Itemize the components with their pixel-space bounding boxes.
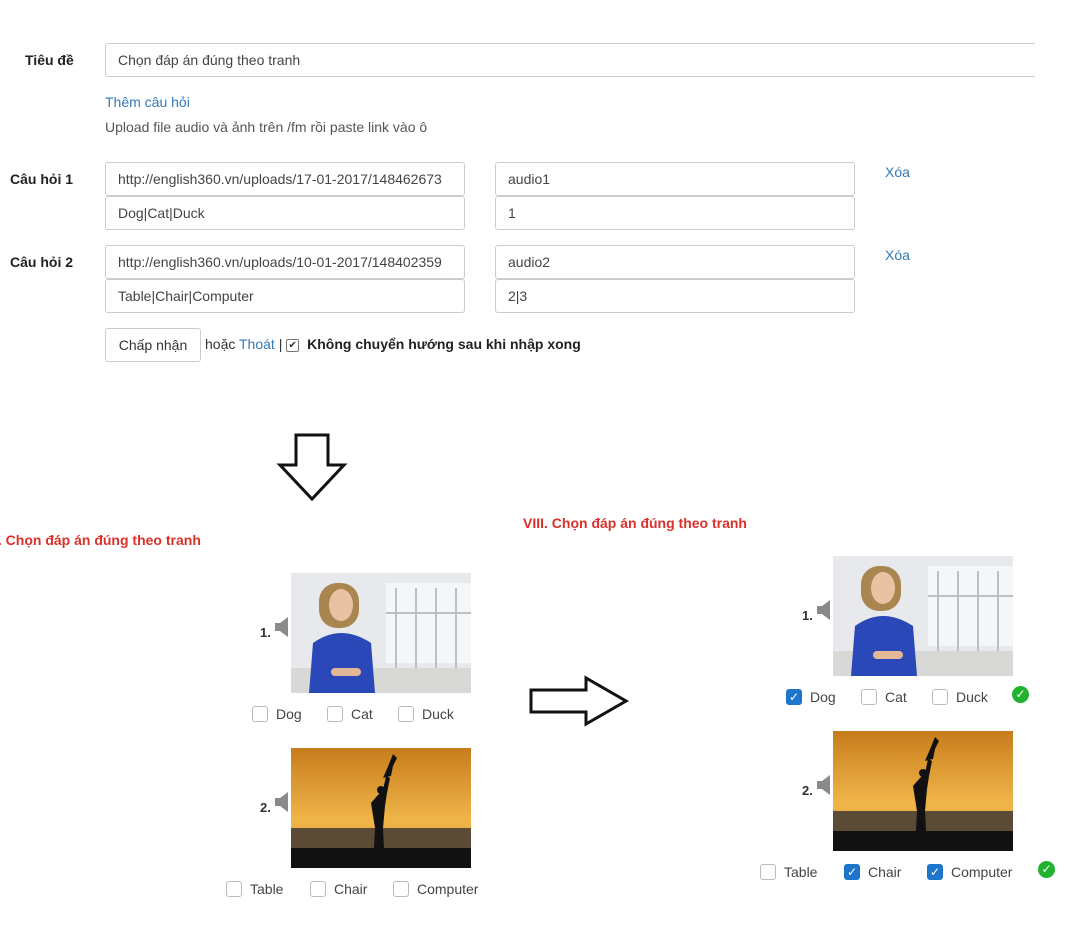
option-table[interactable]: Table	[760, 863, 817, 881]
or-text: hoặc	[205, 336, 236, 352]
speaker-icon[interactable]	[274, 791, 290, 813]
speaker-icon[interactable]	[274, 616, 290, 638]
option-checkbox-checked[interactable]: ✓	[786, 689, 802, 706]
exit-link[interactable]: Thoát	[239, 336, 275, 352]
speaker-icon[interactable]	[816, 774, 832, 796]
preview-right-q2-number: 2.	[802, 783, 813, 798]
no-redirect-checkbox[interactable]: ✔	[286, 339, 300, 352]
title-label: Tiêu đề	[25, 52, 74, 68]
option-dog[interactable]: Dog	[252, 705, 302, 723]
option-checkbox[interactable]	[760, 864, 776, 881]
correct-check-icon: ✓	[1038, 861, 1055, 878]
option-checkbox[interactable]	[393, 881, 409, 898]
accept-button[interactable]: Chấp nhận	[105, 328, 201, 362]
question-1-options-input[interactable]: Dog|Cat|Duck	[105, 196, 465, 230]
question-2-image	[291, 748, 471, 868]
question-2-options-input[interactable]: Table|Chair|Computer	[105, 279, 465, 313]
speaker-icon[interactable]	[816, 599, 832, 621]
option-dog[interactable]: ✓ Dog	[786, 688, 836, 706]
option-computer[interactable]: Computer	[393, 880, 478, 898]
option-checkbox[interactable]	[327, 706, 343, 723]
upload-hint: Upload file audio và ảnh trên /fm rồi pa…	[105, 119, 428, 135]
question-2-audio-input[interactable]: audio2	[495, 245, 855, 279]
submit-row-text: hoặc Thoát | ✔ Không chuyển hướng sau kh…	[205, 336, 581, 352]
question-2-image-url-input[interactable]: http://english360.vn/uploads/10-01-2017/…	[105, 245, 465, 279]
down-arrow-icon	[276, 433, 348, 502]
preview-right-title: VIII. Chọn đáp án đúng theo tranh	[523, 515, 747, 531]
option-checkbox[interactable]	[310, 881, 326, 898]
option-duck[interactable]: Duck	[398, 705, 454, 723]
question-1-audio-input[interactable]: audio1	[495, 162, 855, 196]
separator: |	[278, 336, 283, 352]
question-1-answer-input[interactable]: 1	[495, 196, 855, 230]
option-cat[interactable]: Cat	[327, 705, 373, 723]
option-checkbox[interactable]	[226, 881, 242, 898]
question-1-image	[291, 573, 471, 693]
question-1-label: Câu hỏi 1	[10, 171, 74, 187]
option-table[interactable]: Table	[226, 880, 283, 898]
option-computer[interactable]: ✓ Computer	[927, 863, 1012, 881]
preview-right-q1-number: 1.	[802, 608, 813, 623]
option-chair[interactable]: Chair	[310, 880, 367, 898]
option-checkbox[interactable]	[252, 706, 268, 723]
question-1-delete-link[interactable]: Xóa	[885, 164, 910, 180]
option-checkbox[interactable]	[398, 706, 414, 723]
option-cat[interactable]: Cat	[861, 688, 907, 706]
preview-left-title: I. Chọn đáp án đúng theo tranh	[0, 532, 201, 548]
question-2-image	[833, 731, 1013, 851]
option-duck[interactable]: Duck	[932, 688, 988, 706]
question-1-image	[833, 556, 1013, 676]
option-checkbox[interactable]	[932, 689, 948, 706]
option-checkbox-checked[interactable]: ✓	[927, 864, 943, 881]
question-2-delete-link[interactable]: Xóa	[885, 247, 910, 263]
correct-check-icon: ✓	[1012, 686, 1029, 703]
add-question-link[interactable]: Thêm câu hỏi	[105, 94, 190, 110]
title-input[interactable]: Chọn đáp án đúng theo tranh	[105, 43, 1035, 77]
question-2-answer-input[interactable]: 2|3	[495, 279, 855, 313]
option-chair[interactable]: ✓ Chair	[844, 863, 901, 881]
option-checkbox[interactable]	[861, 689, 877, 706]
right-arrow-icon	[529, 675, 630, 727]
preview-left-q2-number: 2.	[260, 800, 271, 815]
no-redirect-label: Không chuyển hướng sau khi nhập xong	[307, 336, 581, 352]
option-checkbox-checked[interactable]: ✓	[844, 864, 860, 881]
question-2-label: Câu hỏi 2	[10, 254, 74, 270]
preview-left-q1-number: 1.	[260, 625, 271, 640]
question-1-image-url-input[interactable]: http://english360.vn/uploads/17-01-2017/…	[105, 162, 465, 196]
